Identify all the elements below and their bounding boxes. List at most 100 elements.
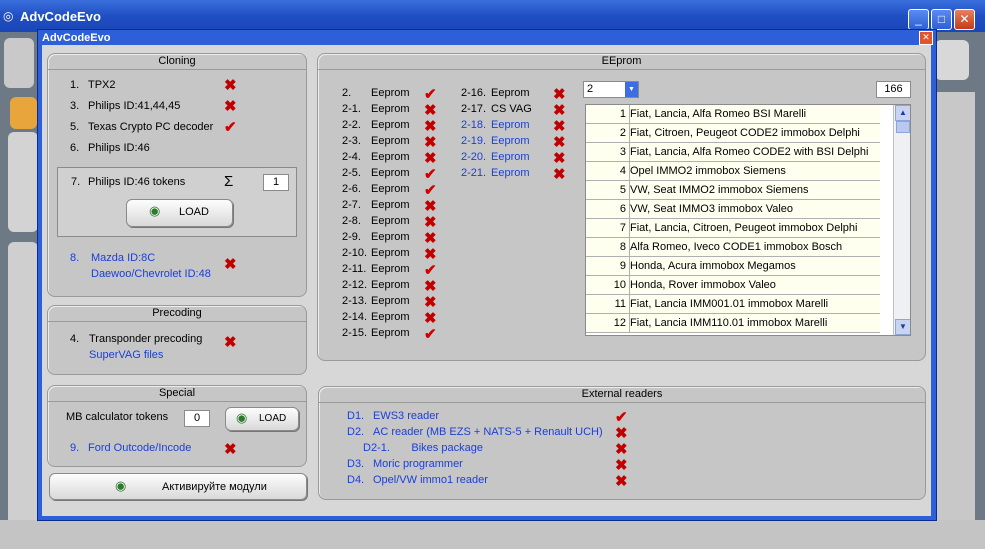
list-item[interactable]: 3 Fiat, Lancia, Alfa Romeo CODE2 with BSI… [586,143,880,162]
list-item-number: 8 [619,241,626,253]
list-item[interactable]: 6 VW, Seat IMMO3 immobox Valeo [586,200,880,219]
eeprom-item[interactable]: Eeprom [371,103,410,115]
tokens-count-field[interactable]: 1 [263,174,289,191]
scroll-thumb[interactable] [896,121,910,133]
eeprom-item[interactable]: Eeprom [371,263,410,275]
eeprom-item[interactable]: Eeprom [371,215,410,227]
supervag-files-link[interactable]: SuperVAG files [89,349,163,361]
list-item[interactable]: 4 Opel IMMO2 immobox Siemens [586,162,880,181]
eeprom-item[interactable]: Eeprom [371,151,410,163]
list-item-number: 2 [619,127,626,139]
mazda-link[interactable]: Mazda ID:8C [91,252,155,264]
external-reader-num[interactable]: D2-1. [363,442,390,454]
external-reader-num[interactable]: D3. [347,458,364,470]
scroll-down-icon[interactable]: ▼ [895,319,910,335]
ford-num[interactable]: 9. [70,442,79,454]
eeprom-num: 2-20. [461,151,487,163]
maximize-button[interactable]: □ [931,9,952,30]
eeprom-num: 2-2. [342,119,361,131]
eeprom-item[interactable]: Eeprom [371,183,410,195]
eeprom-item[interactable]: Eeprom [371,279,410,291]
eeprom-num: 2-15. [342,327,368,339]
eeprom-num: 2-7. [342,199,361,211]
cross-icon: ✖ [224,441,237,458]
list-item-description: VW, Seat IMMO3 immobox Valeo [630,203,794,215]
list-item[interactable]: 8 Alfa Romeo, Iveco CODE1 immobox Bosch [586,238,880,257]
list-item[interactable]: 5 VW, Seat IMMO2 immobox Siemens [586,181,880,200]
list-item-description: Fiat, Lancia, Citroen, Peugeot immobox D… [630,222,858,234]
eeprom-item[interactable]: Eeprom [491,167,530,179]
globe-icon: ◉ [115,478,127,493]
list-item[interactable]: 9 Honda, Acura immobox Megamos [586,257,880,276]
eeprom-num: 2-11. [342,263,367,275]
eeprom-item[interactable]: CS VAG [491,103,532,115]
eeprom-item[interactable]: Eeprom [491,151,530,163]
external-reader-link[interactable]: EWS3 reader [373,410,439,422]
mazda-num[interactable]: 8. [70,252,79,264]
activate-modules-button[interactable]: ◉ Активируйте модули [49,473,307,500]
cross-icon: ✖ [615,425,628,442]
scroll-up-icon[interactable]: ▲ [895,105,910,121]
bg-bottom-strip [0,520,985,549]
app-icon: ◎ [3,9,14,23]
eeprom-item[interactable]: Eeprom [371,87,410,99]
external-reader-link[interactable]: Bikes package [411,442,483,454]
tokens-label: Philips ID:46 tokens [88,176,186,188]
dialog-close-button[interactable]: ✕ [919,31,933,45]
eeprom-list[interactable]: 1 Fiat, Lancia, Alfa Romeo BSI Marelli 2 Fi… [585,104,911,336]
list-item[interactable]: 12 Fiat, Lancia IMM110.01 immobox Marelli [586,314,880,333]
eeprom-item[interactable]: Eeprom [371,167,410,179]
background-window-title: AdvCodeEvo [20,9,101,24]
cloning-item-tpx2: TPX2 [88,79,116,91]
ford-outcode-link[interactable]: Ford Outcode/Incode [88,442,191,454]
eeprom-item[interactable]: Eeprom [491,135,530,147]
eeprom-item[interactable]: Eeprom [371,327,410,339]
external-reader-num[interactable]: D2. [347,426,364,438]
eeprom-item[interactable]: Eeprom [491,119,530,131]
minimize-button[interactable]: _ [908,9,929,30]
eeprom-item[interactable]: Eeprom [371,231,410,243]
close-button[interactable]: ✕ [954,9,975,30]
list-item-number: 1 [619,108,626,120]
activate-modules-label: Активируйте модули [162,481,267,493]
eeprom-num: 2-8. [342,215,361,227]
load-mb-button[interactable]: ◉ LOAD [225,407,299,431]
eeprom-num: 2-19. [461,135,487,147]
list-item[interactable]: 10 Honda, Rover immobox Valeo [586,276,880,295]
list-item[interactable]: 7 Fiat, Lancia, Citroen, Peugeot immobox … [586,219,880,238]
eeprom-num: 2-16. [461,87,487,99]
bg-orange-tab [10,97,37,129]
dialog-client-area: Cloning 1. TPX2 ✖ 3. Philips ID:41,44,45… [42,45,931,516]
eeprom-item[interactable]: Eeprom [371,199,410,211]
eeprom-item[interactable]: Eeprom [371,119,410,131]
load-tokens-button[interactable]: ◉ LOAD [126,199,233,227]
eeprom-num: 2-1. [342,103,361,115]
cross-icon: ✖ [553,134,566,151]
cross-icon: ✖ [424,310,437,327]
cross-icon: ✖ [424,134,437,151]
external-reader-link[interactable]: AC reader (MB EZS + NATS-5 + Renault UCH… [373,426,603,438]
daewoo-link[interactable]: Daewoo/Chevrolet ID:48 [91,268,211,280]
list-item[interactable]: 1 Fiat, Lancia, Alfa Romeo BSI Marelli [586,105,880,124]
list-item[interactable]: 11 Fiat, Lancia IMM001.01 immobox Marelli [586,295,880,314]
eeprom-item[interactable]: Eeprom [371,295,410,307]
eeprom-item[interactable]: Eeprom [371,135,410,147]
external-reader-num[interactable]: D4. [347,474,364,486]
external-reader-link[interactable]: Moric programmer [373,458,463,470]
eeprom-item[interactable]: Eeprom [491,87,530,99]
external-reader-num[interactable]: D1. [347,410,364,422]
tokens-num: 7. [71,176,81,188]
mb-tokens-field[interactable]: 0 [184,410,210,427]
chevron-down-icon[interactable]: ▼ [625,82,638,97]
eeprom-select[interactable]: 2 ▼ [583,81,639,98]
special-panel: Special MB calculator tokens 0 ◉ LOAD 9.… [47,385,307,467]
eeprom-item[interactable]: Eeprom [371,311,410,323]
check-icon: ✔ [224,119,237,136]
external-reader-link[interactable]: Opel/VW immo1 reader [373,474,488,486]
list-item[interactable]: 2 Fiat, Citroen, Peugeot CODE2 immobox De… [586,124,880,143]
cross-icon: ✖ [553,166,566,183]
cloning-title: Cloning [48,54,306,70]
list-scrollbar[interactable]: ▲ ▼ [893,105,910,335]
eeprom-num: 2-6. [342,183,361,195]
eeprom-item[interactable]: Eeprom [371,247,410,259]
